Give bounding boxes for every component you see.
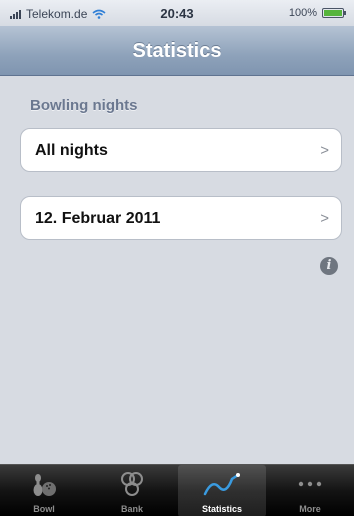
- tab-label: Bank: [120, 504, 143, 514]
- coins-icon: [88, 469, 176, 499]
- chevron-right-icon: >: [320, 142, 329, 159]
- cell-night-date[interactable]: 12. Februar 2011 >: [20, 196, 342, 240]
- tab-bar: Bowl Bank Statistics More: [0, 464, 354, 516]
- status-right: 100%: [288, 7, 346, 19]
- cell-label: 12. Februar 2011: [35, 210, 161, 227]
- section-header-bowling-nights: Bowling nights: [30, 97, 138, 114]
- tab-label: More: [299, 504, 321, 514]
- more-dots-icon: [266, 469, 354, 499]
- bowling-pins-icon: [0, 469, 88, 499]
- tab-bowl[interactable]: Bowl: [0, 465, 88, 516]
- battery-percent: 100%: [288, 7, 317, 19]
- tab-bank[interactable]: Bank: [88, 465, 176, 516]
- cell-all-nights[interactable]: All nights >: [20, 128, 342, 172]
- navigation-bar: Statistics: [0, 26, 354, 76]
- page-title: Statistics: [132, 40, 222, 62]
- tab-more[interactable]: More: [266, 465, 354, 516]
- info-icon: i: [326, 258, 332, 273]
- tab-statistics[interactable]: Statistics: [178, 465, 266, 516]
- tab-label: Statistics: [201, 504, 243, 514]
- line-graph-icon: [178, 469, 266, 499]
- cell-label: All nights: [35, 142, 108, 159]
- screen: Telekom.de 20:43 100% Statistics Bowling…: [0, 0, 354, 516]
- info-button[interactable]: i: [320, 257, 338, 275]
- chevron-right-icon: >: [320, 210, 329, 227]
- tab-label: Bowl: [33, 504, 55, 514]
- battery-icon: [322, 8, 346, 18]
- status-bar: Telekom.de 20:43 100%: [0, 0, 354, 26]
- battery-fill: [324, 10, 342, 16]
